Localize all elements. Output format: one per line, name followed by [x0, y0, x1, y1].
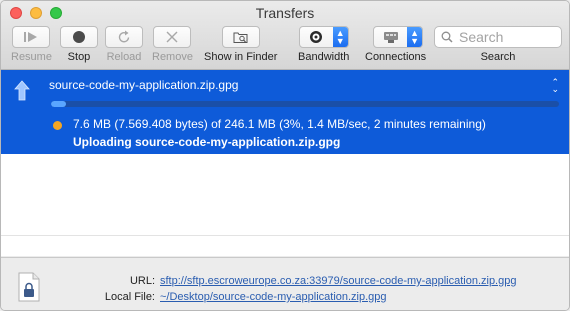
stop-label: Stop: [67, 51, 91, 63]
bandwidth-tool[interactable]: ▲ ▼ Bandwidth: [298, 26, 349, 63]
transfer-list[interactable]: source-code-my-application.zip.gpg ⌃ ⌄ 7.…: [1, 70, 569, 256]
stop-icon: [73, 31, 85, 43]
transfer-filename: source-code-my-application.zip.gpg: [49, 78, 239, 92]
remove-label: Remove: [152, 51, 193, 63]
transfer-row[interactable]: source-code-my-application.zip.gpg ⌃ ⌄ 7.…: [1, 70, 569, 154]
resume-label: Resume: [11, 51, 52, 63]
connections-tool[interactable]: ▲ ▼ Connections: [365, 26, 426, 63]
remove-tool[interactable]: Remove: [152, 26, 193, 63]
show-in-finder-button[interactable]: [221, 26, 260, 48]
row-divider: [1, 235, 569, 236]
show-in-finder-tool[interactable]: Show in Finder: [204, 26, 277, 63]
resume-icon: [24, 32, 38, 42]
toolbar: Transfers Resume Stop Reload Remove Show…: [1, 1, 569, 70]
connections-label: Connections: [365, 51, 427, 63]
encrypted-file-icon: [18, 272, 40, 302]
connections-face: [374, 27, 407, 47]
local-file-link[interactable]: ~/Desktop/source-code-my-application.zip…: [160, 291, 387, 303]
gauge-icon: [310, 31, 323, 43]
disclosure-chevron-icon[interactable]: ⌃ ⌄: [551, 78, 559, 94]
connections-popup[interactable]: ▲ ▼: [373, 26, 424, 48]
window-title: Transfers: [255, 5, 315, 21]
bandwidth-popup[interactable]: ▲ ▼: [298, 26, 349, 48]
search-field[interactable]: [434, 26, 562, 48]
transfer-progress-bar: [51, 101, 559, 107]
stop-tool[interactable]: Stop: [60, 26, 98, 63]
bandwidth-face: [300, 27, 333, 47]
upload-arrow-icon: [14, 80, 30, 101]
resume-tool[interactable]: Resume: [11, 26, 52, 63]
reload-tool[interactable]: Reload: [105, 26, 143, 63]
remove-icon: [166, 31, 178, 43]
transfer-status-message: Uploading source-code-my-application.zip…: [73, 135, 341, 149]
transfers-window: Transfers Resume Stop Reload Remove Show…: [0, 0, 570, 311]
transfer-details: URL: sftp://sftp.escroweurope.co.za:3397…: [1, 257, 569, 310]
search-label: Search: [480, 51, 516, 63]
chevron-up-down-icon: ▲ ▼: [407, 27, 423, 47]
folder-search-icon: [233, 32, 248, 43]
search-tool: Search: [434, 26, 562, 63]
reload-label: Reload: [106, 51, 142, 63]
stop-button[interactable]: [60, 26, 98, 48]
status-dot-icon: [53, 121, 62, 130]
url-label: URL:: [129, 275, 155, 287]
reload-icon: [118, 30, 130, 43]
resume-button[interactable]: [12, 26, 51, 48]
network-icon: [383, 32, 398, 43]
search-icon: [441, 31, 453, 43]
transfer-status-text: 7.6 MB (7.569.408 bytes) of 246.1 MB (3%…: [73, 117, 486, 131]
chevron-up-down-icon: ▲ ▼: [332, 27, 348, 47]
show-in-finder-label: Show in Finder: [204, 51, 278, 63]
bandwidth-label: Bandwidth: [298, 51, 350, 63]
transfer-progress-fill: [51, 101, 67, 107]
reload-button[interactable]: [105, 26, 143, 48]
url-link[interactable]: sftp://sftp.escroweurope.co.za:33979/sou…: [160, 275, 516, 287]
local-file-label: Local File:: [104, 291, 155, 303]
search-input[interactable]: [459, 29, 555, 45]
remove-button[interactable]: [153, 26, 192, 48]
